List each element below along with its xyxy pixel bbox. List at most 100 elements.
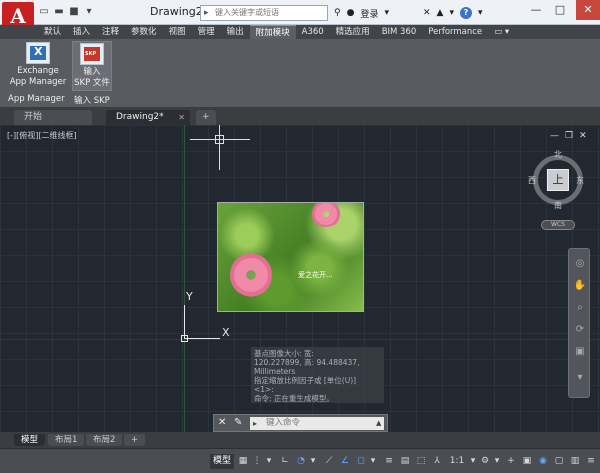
close-icon[interactable]: ✕ — [218, 417, 226, 428]
exchange-icon[interactable]: ✕ — [423, 8, 431, 18]
clean-screen-icon[interactable]: ▢ — [552, 454, 566, 469]
restore-icon[interactable]: ❐ — [565, 131, 573, 141]
new-tab-button[interactable]: + — [196, 110, 216, 125]
isodraft-icon[interactable]: ⟋ — [322, 454, 336, 469]
lineweight-icon[interactable]: ≡ — [382, 454, 396, 469]
chevron-down-icon[interactable]: ▾ — [449, 8, 454, 18]
chevron-down-icon[interactable]: ▾ — [308, 454, 318, 469]
ribbon-options-button[interactable]: ▭ ▾ — [488, 25, 515, 39]
compass-south[interactable]: 南 — [554, 200, 562, 211]
file-tab-drawing[interactable]: Drawing2* ✕ — [106, 110, 190, 125]
file-tab-label: Drawing2* — [116, 112, 164, 122]
search-box[interactable]: ▸ 键入关键字或短语 — [200, 5, 328, 21]
tab-insert[interactable]: 插入 — [67, 25, 96, 39]
minimize-icon[interactable]: — — [550, 131, 559, 141]
tab-parametric[interactable]: 参数化 — [125, 25, 163, 39]
exchange-app-manager-button[interactable]: Exchange App Manager — [8, 41, 68, 88]
workspace-gear-icon[interactable]: ⚙ — [478, 454, 492, 469]
grid-icon[interactable]: ▦ — [236, 454, 250, 469]
customization-menu-icon[interactable]: ▥ — [568, 454, 582, 469]
command-prompt-icon[interactable]: ▸ — [253, 417, 257, 430]
button-label: Exchange — [17, 66, 59, 76]
chevron-down-icon[interactable]: ▾ — [492, 454, 502, 469]
add-icon[interactable]: + — [504, 454, 518, 469]
exchange-icon — [26, 42, 50, 64]
zoom-extents-icon[interactable]: ⌕ — [573, 301, 587, 315]
file-tab-bar: 开始 Drawing2* ✕ + — [0, 108, 600, 125]
search-icon: ▸ — [204, 8, 209, 18]
transparency-icon[interactable]: ▤ — [398, 454, 412, 469]
tab-manage[interactable]: 管理 — [192, 25, 221, 39]
tab-performance[interactable]: Performance — [422, 25, 488, 39]
tab-output[interactable]: 输出 — [221, 25, 250, 39]
wcs-menu[interactable]: WCS — [541, 220, 575, 230]
chevron-down-icon[interactable]: ▾ — [368, 454, 378, 469]
chevron-down-icon[interactable]: ▾ — [468, 454, 478, 469]
tab-default[interactable]: 默认 — [38, 25, 67, 39]
viewport-window-controls: — ❐ ✕ — [550, 131, 587, 141]
save-icon[interactable]: ■ — [68, 5, 80, 19]
new-file-icon[interactable]: ▭ — [38, 5, 50, 19]
command-input[interactable] — [250, 417, 384, 430]
layout-tab-bar: 模型 布局1 布局2 + — [0, 432, 600, 448]
inserted-raster-image[interactable]: 爱之花开... — [217, 202, 364, 312]
snap-icon[interactable]: ⋮ — [250, 454, 264, 469]
compass-west[interactable]: 西 — [528, 175, 536, 186]
ribbon-panel: Exchange App Manager 输入 SKP 文件 App Manag… — [0, 39, 600, 108]
tab-annotate[interactable]: 注释 — [96, 25, 125, 39]
menu-icon[interactable]: ≡ — [584, 454, 598, 469]
compass-north[interactable]: 北 — [554, 149, 562, 160]
hardware-acceleration-icon[interactable]: ▣ — [520, 454, 534, 469]
binoculars-icon[interactable]: ⚲ — [334, 8, 341, 18]
compass-east[interactable]: 东 — [576, 175, 584, 186]
close-icon[interactable]: ✕ — [579, 131, 587, 141]
object-snap-icon[interactable]: ◻ — [354, 454, 368, 469]
save-as-icon[interactable]: ▾ — [83, 5, 95, 19]
model-space-button[interactable]: 模型 — [210, 454, 235, 469]
triangle-icon[interactable]: ▲ — [437, 8, 444, 18]
open-folder-icon[interactable]: ▬ — [53, 5, 65, 19]
new-layout-button[interactable]: + — [124, 434, 146, 446]
layout-tab-layout1[interactable]: 布局1 — [48, 434, 85, 446]
layout-tab-layout2[interactable]: 布局2 — [86, 434, 123, 446]
selection-cycling-icon[interactable]: ⬚ — [414, 454, 428, 469]
ortho-icon[interactable]: ∟ — [278, 454, 292, 469]
pan-icon[interactable]: ✋ — [573, 279, 587, 293]
history-line: 指定缩放比例因子或 [单位(U)] — [254, 376, 357, 385]
help-button[interactable]: ? — [460, 7, 472, 19]
chevron-up-icon[interactable]: ▲ — [376, 417, 381, 430]
minimize-button[interactable]: — — [526, 0, 546, 20]
object-snap-tracking-icon[interactable]: ∠ — [338, 454, 352, 469]
button-label: App Manager — [9, 77, 67, 87]
drawing-viewport[interactable]: [-][俯视][二维线框] — ❐ ✕ 爱之花开... Y X 上 北 南 东 … — [0, 125, 600, 432]
tab-a360[interactable]: A360 — [296, 25, 330, 39]
history-line: <1>: — [254, 385, 274, 394]
file-tab-start[interactable]: 开始 — [14, 110, 92, 125]
showmotion-icon[interactable]: ▣ — [573, 345, 587, 359]
customize-wrench-icon[interactable]: ✎ — [234, 417, 242, 428]
flower-shape — [311, 203, 341, 227]
chevron-down-icon[interactable]: ▾ — [573, 371, 587, 385]
import-skp-button[interactable]: 输入 SKP 文件 — [72, 41, 112, 91]
chevron-down-icon[interactable]: ▾ — [478, 8, 483, 18]
annotation-scale-button[interactable]: 1:1 — [446, 454, 468, 469]
tab-featured-apps[interactable]: 精选应用 — [330, 25, 376, 39]
chevron-down-icon[interactable]: ▾ — [264, 454, 274, 469]
full-navigation-wheel-icon[interactable]: ◎ — [573, 257, 587, 271]
tab-view[interactable]: 视图 — [163, 25, 192, 39]
maximize-button[interactable]: □ — [550, 0, 570, 20]
isolate-objects-icon[interactable]: ◉ — [536, 454, 550, 469]
orbit-icon[interactable]: ⟳ — [573, 323, 587, 337]
annotation-visibility-icon[interactable]: ⅄ — [430, 454, 444, 469]
polar-tracking-icon[interactable]: ◔ — [294, 454, 308, 469]
viewcube-top-face[interactable]: 上 — [547, 169, 569, 191]
chevron-down-icon[interactable]: ▾ — [384, 8, 389, 18]
tab-bim360[interactable]: BIM 360 — [376, 25, 423, 39]
login-button[interactable]: 登录 — [360, 7, 378, 20]
close-icon[interactable]: ✕ — [178, 110, 185, 125]
button-label: SKP 文件 — [74, 78, 110, 88]
close-button[interactable]: ✕ — [576, 0, 600, 20]
viewport-controls-label[interactable]: [-][俯视][二维线框] — [7, 130, 77, 141]
layout-tab-model[interactable]: 模型 — [14, 434, 46, 446]
tab-addins[interactable]: 附加模块 — [249, 25, 296, 39]
